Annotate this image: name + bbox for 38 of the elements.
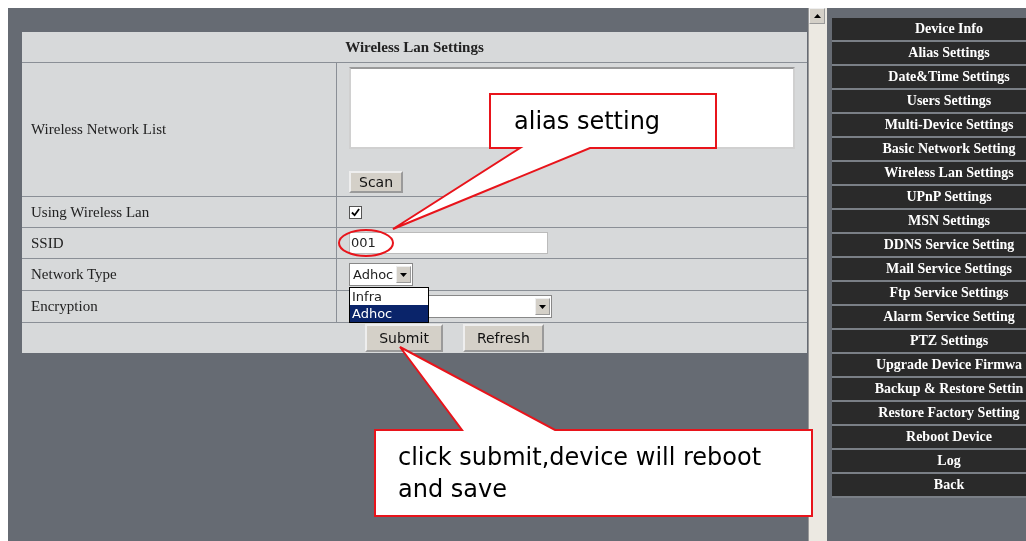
ssid-field[interactable]: 001 (349, 232, 548, 254)
menu-item[interactable]: UPnP Settings (832, 186, 1026, 210)
scan-button[interactable]: Scan (349, 171, 404, 193)
dropdown-option[interactable]: Adhoc (350, 305, 428, 322)
panel-title: Wireless Lan Settings (22, 32, 807, 63)
menu-item[interactable]: Multi-Device Settings (832, 114, 1026, 138)
menu-item[interactable]: PTZ Settings (832, 330, 1026, 354)
menu-item[interactable]: Date&Time Settings (832, 66, 1026, 90)
menu-item[interactable]: Basic Network Setting (832, 138, 1026, 162)
menu-item[interactable]: Back (832, 474, 1026, 498)
menu-item[interactable]: Alias Settings (832, 42, 1026, 66)
field-label: Wireless Network List (22, 63, 337, 196)
dropdown[interactable]: Adhoc (349, 263, 414, 286)
menu-item[interactable]: DDNS Service Setting (832, 234, 1026, 258)
form-button[interactable]: Refresh (462, 324, 544, 352)
field-label: Encryption (22, 291, 337, 322)
menu-item[interactable]: Alarm Service Setting (832, 306, 1026, 330)
menu-item[interactable]: Wireless Lan Settings (832, 162, 1026, 186)
callout-text: alias setting (514, 106, 662, 137)
dropdown-option[interactable]: Infra (350, 288, 428, 305)
checkbox[interactable] (349, 205, 362, 219)
menu-item[interactable]: Device Info (832, 18, 1026, 42)
scrollbar[interactable] (808, 8, 827, 541)
menu-item[interactable]: Upgrade Device Firmwa (832, 354, 1026, 378)
menu-item[interactable]: Log (832, 450, 1026, 474)
menu-item[interactable]: MSN Settings (832, 210, 1026, 234)
menu-item[interactable]: Users Settings (832, 90, 1026, 114)
form-button[interactable]: Submit (365, 324, 443, 352)
menu-item[interactable]: Backup & Restore Settin (832, 378, 1026, 402)
menu-item[interactable]: Ftp Service Settings (832, 282, 1026, 306)
field-label: Network Type (22, 259, 337, 290)
callout-text: click submit,device will reboot and save (398, 442, 763, 505)
scroll-up-icon[interactable] (809, 8, 825, 24)
menu-item[interactable]: Reboot Device (832, 426, 1026, 450)
menu-item[interactable]: Mail Service Settings (832, 258, 1026, 282)
field-label: Using Wireless Lan (22, 197, 337, 227)
field-label: SSID (22, 228, 337, 258)
menu-item[interactable]: Restore Factory Setting (832, 402, 1026, 426)
